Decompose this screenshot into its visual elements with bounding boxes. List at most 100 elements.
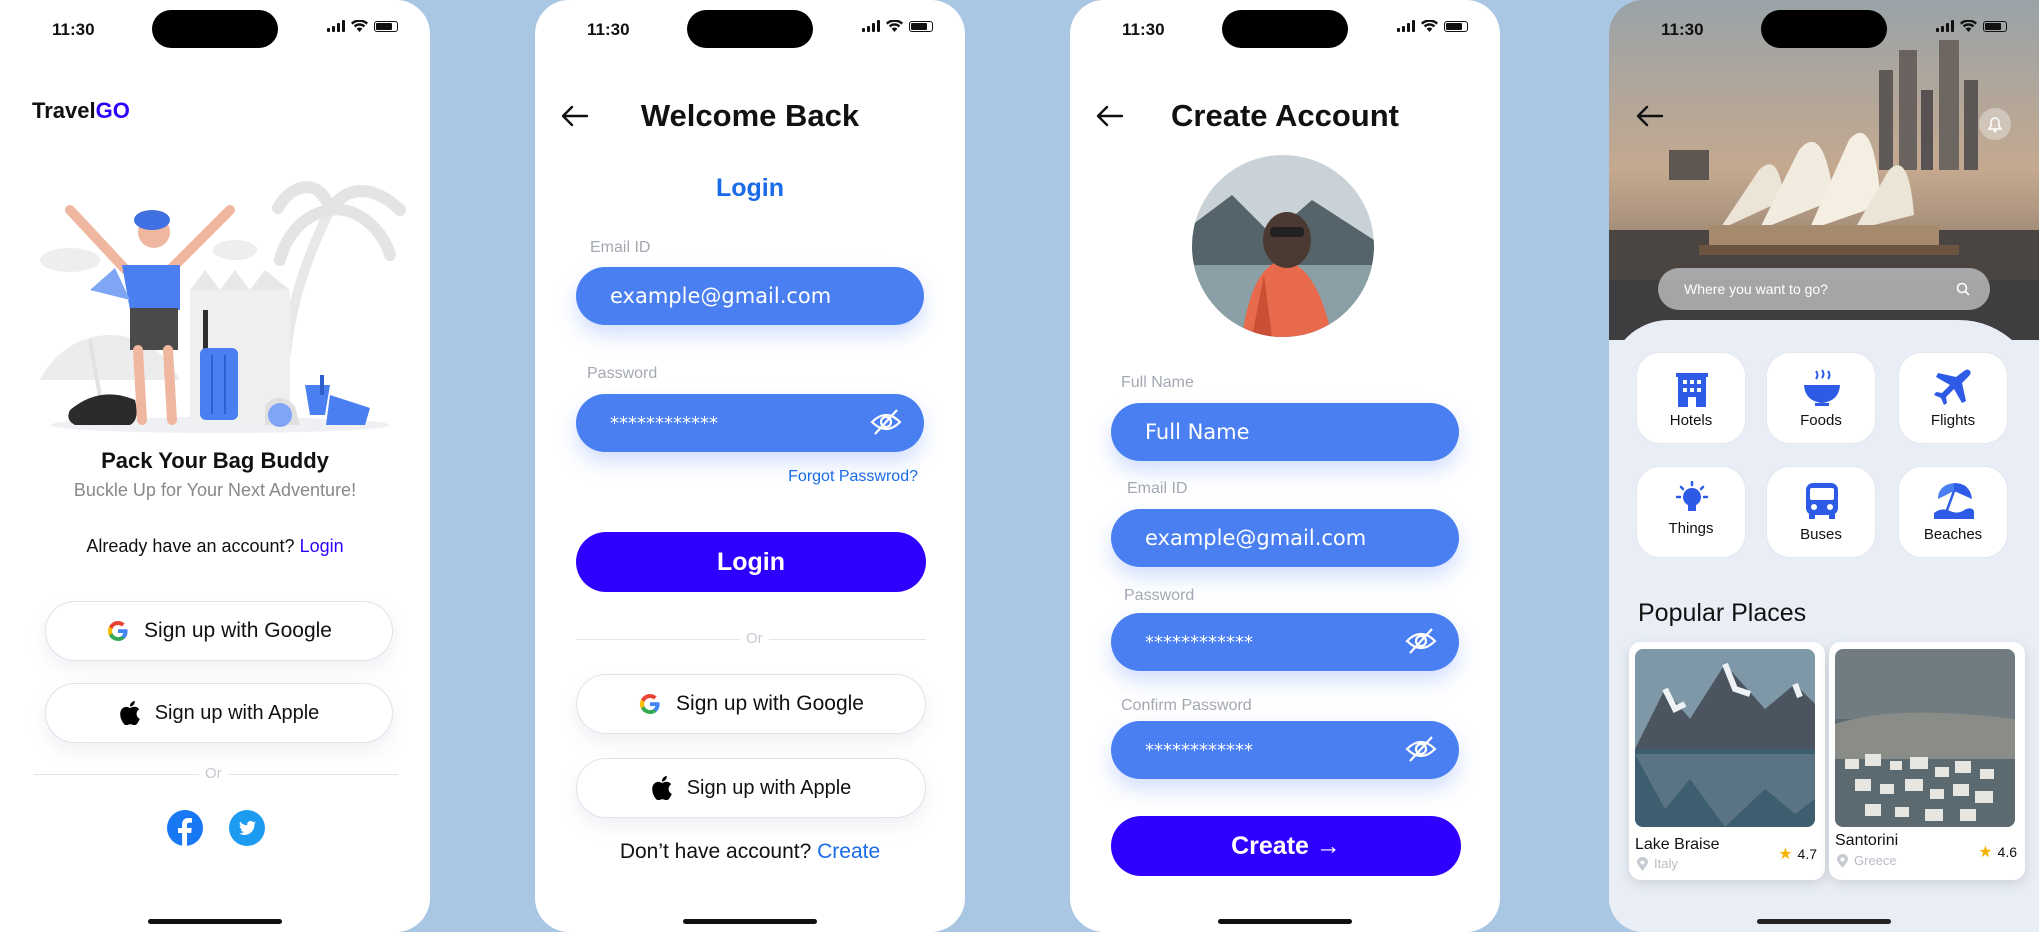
- category-label: Buses: [1800, 526, 1842, 543]
- status-icons: [862, 20, 933, 32]
- login-button[interactable]: Login: [576, 532, 926, 592]
- brand-logo: TravelGO: [32, 98, 130, 124]
- category-buses[interactable]: Buses: [1766, 466, 1876, 558]
- category-label: Flights: [1930, 412, 1976, 429]
- apple-button-label: Sign up with Apple: [686, 776, 852, 799]
- fullname-field[interactable]: Full Name: [1111, 403, 1459, 461]
- fullname-label: Full Name: [1121, 374, 1194, 391]
- back-arrow-icon[interactable]: [1636, 104, 1664, 128]
- category-hotels[interactable]: Hotels: [1636, 352, 1746, 444]
- login-section-title: Login: [715, 174, 785, 202]
- place-location: Greece: [1837, 853, 1897, 868]
- password-field-value: ************: [610, 412, 718, 434]
- status-time: 11:30: [1661, 20, 1704, 39]
- star-icon: ★: [1778, 846, 1793, 863]
- wifi-icon: [1421, 20, 1438, 32]
- onboarding-screen: 11:30 TravelGO Pack Your Bag Buddy Buckl…: [0, 0, 430, 932]
- status-bar: 11:30: [0, 0, 430, 58]
- search-bar[interactable]: Where you want to go?: [1658, 268, 1990, 310]
- location-pin-icon: [1637, 856, 1648, 871]
- place-name: Lake Braise: [1635, 836, 1720, 853]
- signal-icon: [1936, 20, 1954, 32]
- twitter-icon[interactable]: [229, 810, 265, 846]
- battery-icon: [1444, 20, 1468, 32]
- forgot-password-link[interactable]: Forgot Passwrod?: [788, 468, 918, 486]
- facebook-icon[interactable]: [167, 810, 203, 846]
- account-prompt: Already have an account?: [86, 536, 295, 556]
- page-title: Create Account: [1171, 98, 1399, 133]
- status-icons: [1397, 20, 1468, 32]
- dynamic-island: [152, 10, 278, 48]
- place-card[interactable]: Santorini Greece ★ 4.6: [1829, 642, 2025, 880]
- email-label: Email ID: [590, 239, 651, 256]
- google-button-label: Sign up with Google: [676, 692, 864, 715]
- google-button-label: Sign up with Google: [144, 619, 332, 642]
- status-time: 11:30: [52, 20, 95, 39]
- lightbulb-icon: [1675, 481, 1709, 511]
- search-placeholder: Where you want to go?: [1684, 281, 1828, 297]
- dynamic-island: [687, 10, 813, 48]
- bus-icon: [1806, 483, 1838, 519]
- apple-icon: [119, 701, 140, 725]
- search-icon: [1956, 282, 1970, 296]
- category-flights[interactable]: Flights: [1898, 352, 2008, 444]
- profile-avatar[interactable]: [1192, 155, 1374, 337]
- create-account-row: Don’t have account? Create: [535, 840, 965, 864]
- place-photo: [1635, 649, 1815, 827]
- email-field-value: example@gmail.com: [1145, 526, 1367, 550]
- apple-signup-button[interactable]: Sign up with Apple: [576, 758, 926, 818]
- place-location-text: Italy: [1654, 856, 1678, 871]
- signal-icon: [1397, 20, 1415, 32]
- google-signup-button[interactable]: Sign up with Google: [45, 601, 393, 661]
- battery-icon: [374, 20, 398, 32]
- battery-icon: [909, 20, 933, 32]
- create-button[interactable]: Create →: [1111, 816, 1461, 876]
- password-label: Password: [587, 365, 658, 382]
- google-signup-button[interactable]: Sign up with Google: [576, 674, 926, 734]
- password-field[interactable]: ************: [1111, 613, 1459, 671]
- email-field[interactable]: example@gmail.com: [1111, 509, 1459, 567]
- place-rating: ★ 4.7: [1778, 844, 1817, 864]
- email-field[interactable]: example@gmail.com: [576, 267, 924, 325]
- status-bar: 11:30: [1609, 0, 2039, 58]
- password-label: Password: [1124, 587, 1195, 604]
- home-indicator: [148, 919, 282, 924]
- category-foods[interactable]: Foods: [1766, 352, 1876, 444]
- category-label: Foods: [1800, 412, 1842, 429]
- create-link[interactable]: Create: [817, 840, 880, 863]
- email-field-value: example@gmail.com: [610, 284, 832, 308]
- home-indicator: [683, 919, 817, 924]
- category-beaches[interactable]: Beaches: [1898, 466, 2008, 558]
- section-title: Popular Places: [1638, 599, 1807, 627]
- status-icons: [327, 20, 398, 32]
- email-label: Email ID: [1127, 480, 1188, 497]
- home-indicator: [1218, 919, 1352, 924]
- eye-off-icon[interactable]: [1405, 627, 1437, 655]
- subheadline: Buckle Up for Your Next Adventure!: [73, 480, 357, 500]
- confirm-password-field[interactable]: ************: [1111, 721, 1459, 779]
- apple-icon: [651, 776, 672, 800]
- beach-umbrella-icon: [1934, 483, 1974, 519]
- place-location-text: Greece: [1854, 853, 1897, 868]
- eye-off-icon[interactable]: [870, 408, 902, 436]
- place-location: Italy: [1637, 856, 1678, 871]
- apple-button-label: Sign up with Apple: [154, 701, 320, 724]
- or-label: Or: [740, 630, 769, 647]
- category-label: Things: [1668, 520, 1714, 537]
- rating-value: 4.7: [1797, 846, 1817, 862]
- place-name: Santorini: [1835, 832, 1899, 849]
- signal-icon: [327, 20, 345, 32]
- place-card[interactable]: Lake Braise Italy ★ 4.7: [1629, 642, 1825, 880]
- password-field[interactable]: ************: [576, 394, 924, 452]
- page-title: Welcome Back: [640, 98, 860, 133]
- hotel-icon: [1676, 373, 1708, 407]
- notification-bell-icon[interactable]: [1979, 108, 2011, 140]
- login-link[interactable]: Login: [300, 536, 344, 556]
- no-account-prompt: Don’t have account?: [619, 840, 812, 863]
- apple-signup-button[interactable]: Sign up with Apple: [45, 683, 393, 743]
- google-icon: [107, 621, 128, 641]
- category-things[interactable]: Things: [1636, 466, 1746, 558]
- eye-off-icon[interactable]: [1405, 735, 1437, 763]
- account-prompt-row: Already have an account? Login: [0, 536, 430, 557]
- wifi-icon: [351, 20, 368, 32]
